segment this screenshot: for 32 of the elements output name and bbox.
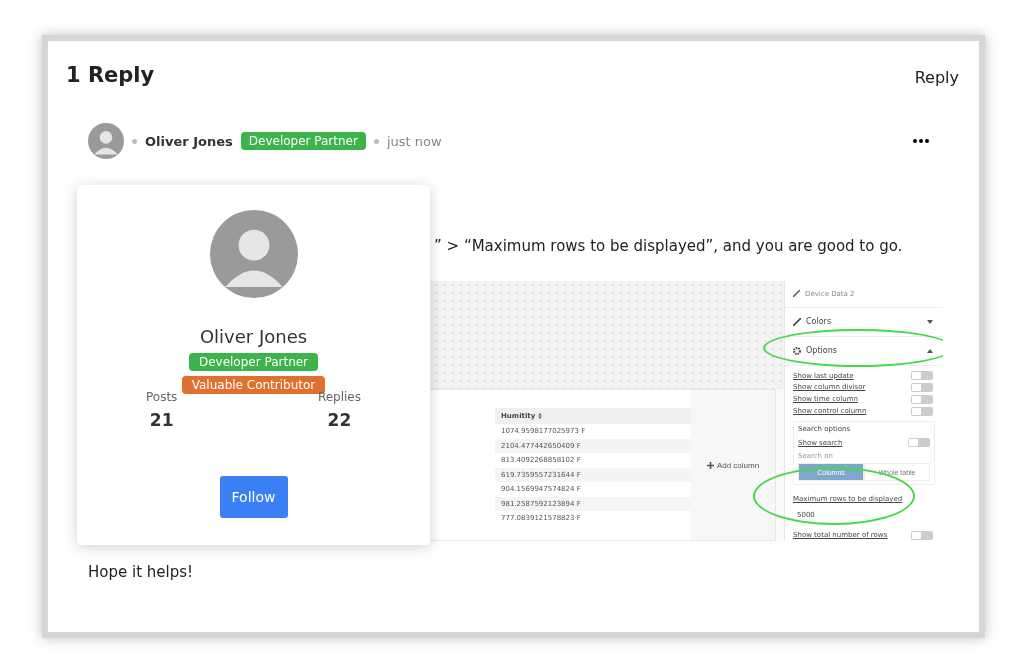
separator-dot-icon (373, 138, 379, 144)
replies-heading: 1 Reply (66, 63, 155, 87)
toggle-switch[interactable] (911, 406, 933, 416)
stat-value: 22 (327, 410, 352, 430)
toggle-switch[interactable] (908, 438, 930, 448)
panel-section[interactable]: Colors (785, 307, 943, 337)
avatar-icon (209, 210, 298, 298)
panel-section[interactable]: Options (785, 336, 943, 367)
toggle-switch[interactable] (911, 383, 933, 392)
toggle-switch[interactable] (911, 394, 933, 404)
gear-icon (793, 346, 801, 355)
add-column-button[interactable]: Add column (706, 460, 760, 470)
more-options-icon[interactable] (913, 139, 929, 143)
caret-icon (927, 319, 933, 324)
profile-name: Oliver Jones (199, 326, 308, 347)
follow-button[interactable]: Follow (219, 476, 288, 518)
separator-dot-icon (132, 138, 137, 144)
plus-icon (706, 461, 714, 469)
caret-icon (927, 348, 933, 353)
stat-label: Posts (146, 390, 178, 404)
avatar-icon (88, 123, 124, 159)
stat-value: 21 (149, 410, 174, 430)
role-badge: Developer Partner (240, 132, 366, 150)
post-text: ” > “Maximum rows to be displayed”, and you are good to go. (434, 237, 904, 255)
toggle-switch[interactable] (911, 371, 933, 381)
role-badge: Developer Partner (188, 353, 319, 371)
reply-link[interactable]: Reply (914, 67, 959, 87)
post-time: just now (386, 133, 442, 149)
toggle-switch[interactable] (911, 530, 933, 540)
post-text: Hope it helps! (88, 563, 195, 581)
sort-icon (538, 413, 543, 419)
author-name[interactable]: Oliver Jones (145, 133, 233, 149)
